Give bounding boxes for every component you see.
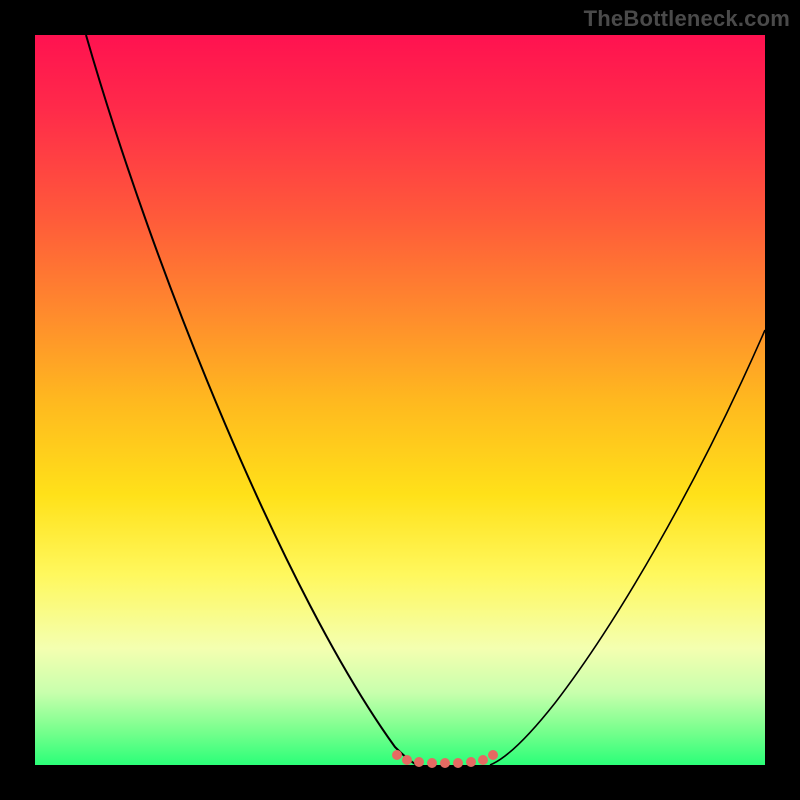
bottleneck-curve [35,35,765,765]
plot-area [35,35,765,765]
watermark-text: TheBottleneck.com [584,6,790,32]
optimal-range-marker [392,750,498,768]
curve-right-branch [490,330,765,765]
chart-frame: TheBottleneck.com [0,0,800,800]
curve-left-branch [86,35,417,765]
